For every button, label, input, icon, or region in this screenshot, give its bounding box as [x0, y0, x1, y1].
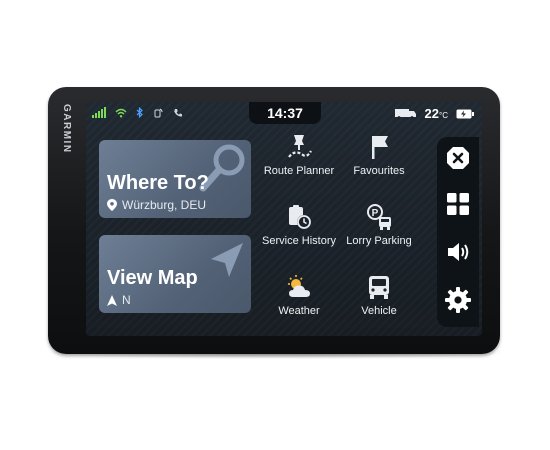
brand-logo: GARMIN — [61, 104, 72, 154]
service-history-icon — [289, 205, 311, 229]
app-service-history[interactable]: Service History — [258, 203, 340, 247]
wifi-icon — [115, 108, 127, 117]
view-map-title: View Map — [107, 267, 198, 289]
favourites-flag-icon — [372, 136, 388, 159]
view-map-button[interactable]: View Map N — [99, 235, 251, 313]
where-to-button[interactable]: Where To? Würzburg, DEU — [99, 140, 251, 218]
apps-button[interactable] — [443, 189, 473, 219]
volume-button[interactable] — [443, 237, 473, 267]
vehicle-icon — [369, 276, 389, 299]
app-favourites[interactable]: Favourites — [338, 133, 420, 177]
status-icons-left — [92, 107, 183, 118]
location-pin-icon — [107, 199, 117, 211]
app-label: Service History — [262, 235, 336, 247]
temperature: 22°C — [424, 106, 448, 121]
app-label: Favourites — [353, 165, 405, 177]
app-route-planner[interactable]: Route Planner — [258, 133, 340, 177]
svg-text:P: P — [372, 208, 379, 219]
heading-indicator: N — [107, 293, 131, 307]
north-arrow-icon — [107, 294, 117, 306]
app-lorry-parking[interactable]: P Lorry Parking — [338, 203, 420, 247]
app-weather[interactable]: Weather — [258, 273, 340, 317]
phone-signal-icon — [154, 108, 163, 118]
bluetooth-icon — [136, 107, 143, 118]
weather-icon — [288, 275, 310, 297]
lorry-parking-icon: P — [367, 204, 391, 230]
battery-icon — [456, 109, 474, 118]
screen: 14:37 22°C Where To? Würzburg, DEU View … — [86, 102, 482, 336]
heading-label: N — [122, 293, 131, 307]
map-arrow-icon — [211, 243, 243, 277]
current-location: Würzburg, DEU — [107, 198, 206, 212]
app-label: Vehicle — [361, 305, 397, 317]
settings-gear-icon — [445, 287, 471, 313]
close-icon — [447, 147, 469, 169]
app-label: Lorry Parking — [346, 235, 412, 247]
status-icons-right: 22°C — [394, 106, 474, 121]
close-button[interactable] — [443, 143, 473, 173]
phone-icon — [174, 108, 182, 116]
app-label: Route Planner — [263, 165, 335, 177]
app-label: Weather — [278, 305, 320, 317]
volume-icon — [448, 243, 469, 261]
clock: 14:37 — [249, 102, 321, 124]
route-planner-icon — [288, 135, 312, 158]
signal-strength-icon — [92, 107, 106, 118]
apps-grid-icon — [447, 193, 469, 215]
truck-profile-icon — [394, 109, 416, 119]
where-to-title: Where To? — [107, 172, 209, 194]
settings-button[interactable] — [443, 285, 473, 315]
status-bar: 14:37 22°C — [86, 102, 482, 126]
quick-action-sidebar — [437, 137, 479, 327]
app-vehicle[interactable]: Vehicle — [338, 273, 420, 317]
location-label: Würzburg, DEU — [122, 198, 207, 212]
